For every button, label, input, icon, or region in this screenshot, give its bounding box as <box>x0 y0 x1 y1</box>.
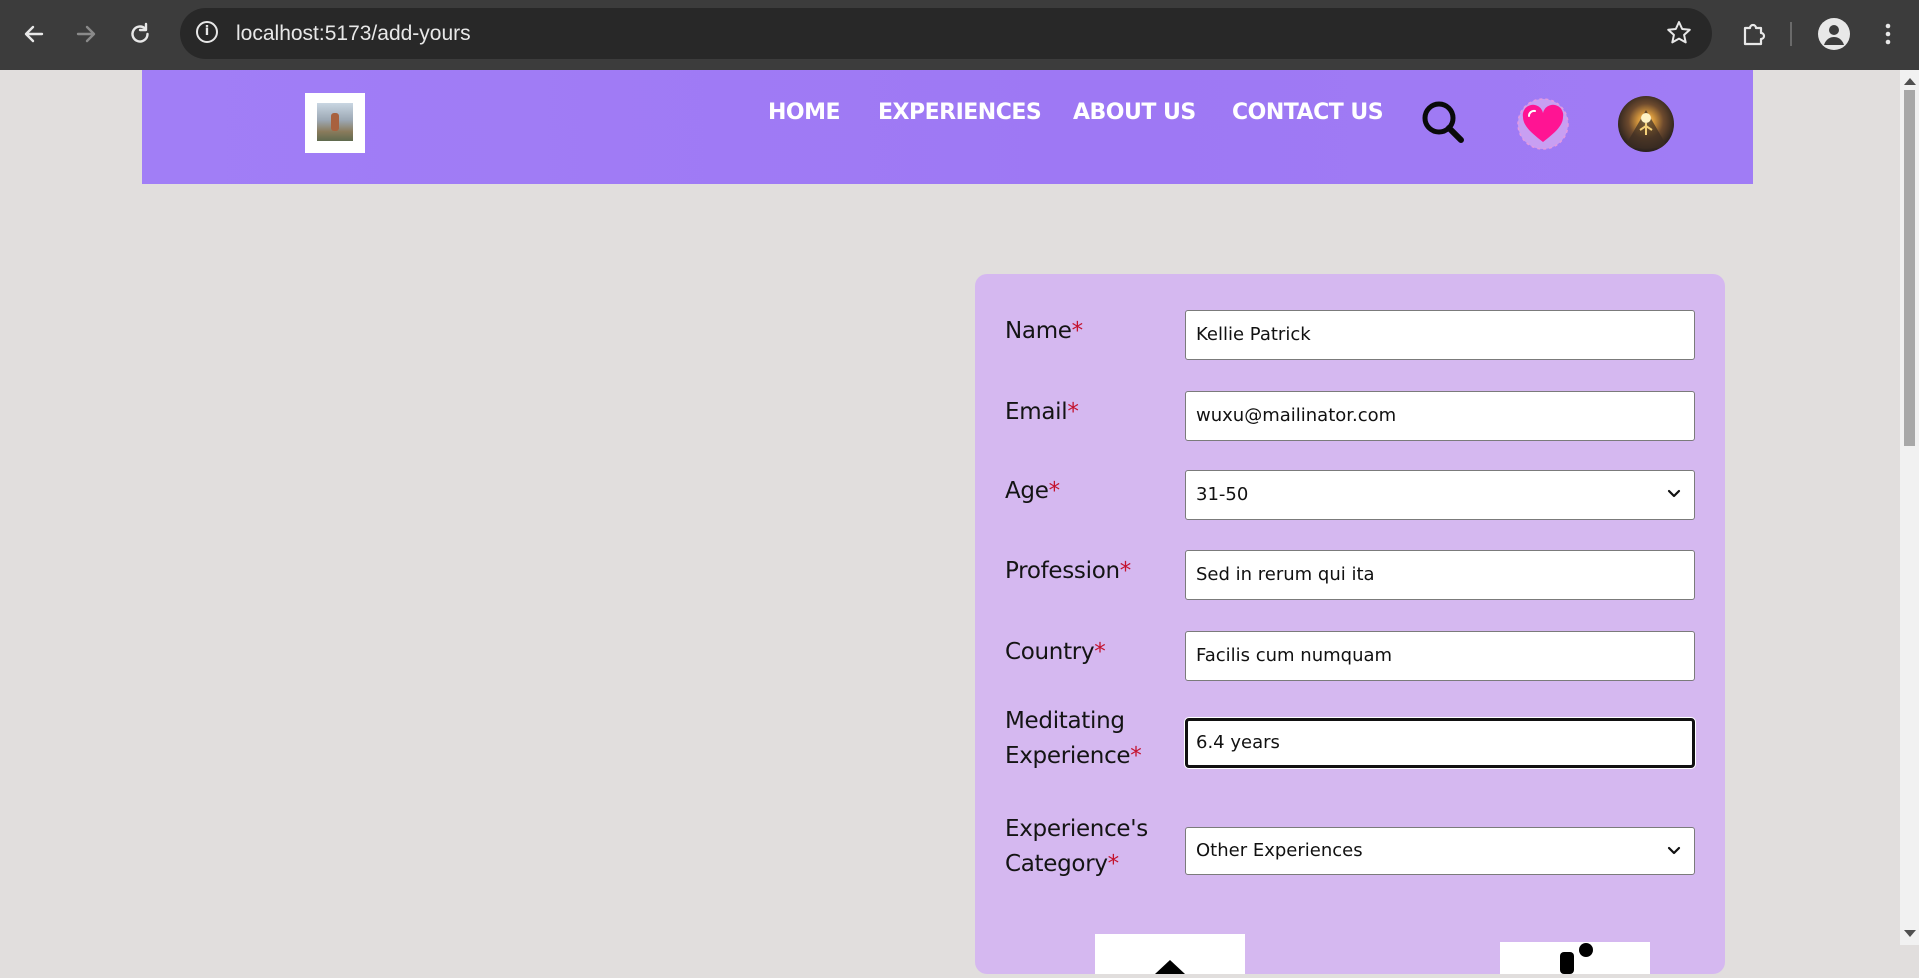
nav-contact-link[interactable]: CONTACT US <box>1232 100 1384 125</box>
email-input[interactable]: wuxu@mailinator.com <box>1185 391 1695 441</box>
meditating-experience-input[interactable]: 6.4 years <box>1185 718 1695 768</box>
kebab-menu-icon[interactable] <box>1872 18 1904 50</box>
profession-label: Profession* <box>1005 558 1131 584</box>
scroll-down-arrow-icon[interactable] <box>1904 930 1916 937</box>
name-input[interactable]: Kellie Patrick <box>1185 310 1695 360</box>
nav-home-link[interactable]: HOME <box>768 100 841 125</box>
age-select-value: 31-50 <box>1196 484 1249 505</box>
page-scrollbar[interactable] <box>1900 70 1919 945</box>
chevron-down-icon <box>1667 489 1681 498</box>
name-label: Name* <box>1005 318 1083 344</box>
page-viewport: HOME EXPERIENCES ABOUT US CONTACT US Nam… <box>0 70 1900 974</box>
country-input[interactable]: Facilis cum numquam <box>1185 631 1695 681</box>
meditating-experience-label: Meditating Experience* <box>1005 708 1142 769</box>
nav-about-link[interactable]: ABOUT US <box>1073 100 1196 125</box>
star-icon[interactable] <box>1664 18 1694 48</box>
category-label: Experience's Category* <box>1005 816 1148 877</box>
category-select-value: Other Experiences <box>1196 840 1363 861</box>
scroll-up-arrow-icon[interactable] <box>1904 78 1916 85</box>
logo-figure <box>331 113 339 131</box>
category-select[interactable]: Other Experiences <box>1185 827 1695 875</box>
chevron-down-icon <box>1667 846 1681 855</box>
email-label: Email* <box>1005 399 1079 425</box>
country-label: Country* <box>1005 639 1106 665</box>
back-arrow-icon[interactable] <box>18 18 50 50</box>
age-label: Age* <box>1005 478 1060 504</box>
reload-icon[interactable] <box>124 18 156 50</box>
toolbar-divider <box>1790 22 1792 46</box>
browser-toolbar: i localhost:5173/add-yours <box>0 0 1919 70</box>
puzzle-icon[interactable] <box>1738 18 1770 50</box>
avatar[interactable] <box>1618 96 1674 152</box>
info-icon[interactable]: i <box>196 21 218 43</box>
age-select[interactable]: 31-50 <box>1185 470 1695 520</box>
forward-arrow-icon[interactable] <box>70 18 102 50</box>
site-logo[interactable] <box>305 93 365 153</box>
scroll-thumb[interactable] <box>1904 90 1915 446</box>
address-bar[interactable]: i localhost:5173/add-yours <box>180 8 1712 59</box>
category-image-2[interactable] <box>1500 942 1650 974</box>
logo-image <box>317 103 353 141</box>
person-icon[interactable] <box>1818 18 1850 50</box>
url-text[interactable]: localhost:5173/add-yours <box>236 21 471 46</box>
search-icon[interactable] <box>1419 98 1467 146</box>
profession-input[interactable]: Sed in rerum qui ita <box>1185 550 1695 600</box>
add-experience-form: Name* Kellie Patrick Email* wuxu@mailina… <box>975 274 1725 974</box>
nav-experiences-link[interactable]: EXPERIENCES <box>878 100 1042 125</box>
site-header: HOME EXPERIENCES ABOUT US CONTACT US <box>142 70 1753 184</box>
category-image-1[interactable] <box>1095 934 1245 974</box>
heart-icon[interactable] <box>1515 96 1571 152</box>
